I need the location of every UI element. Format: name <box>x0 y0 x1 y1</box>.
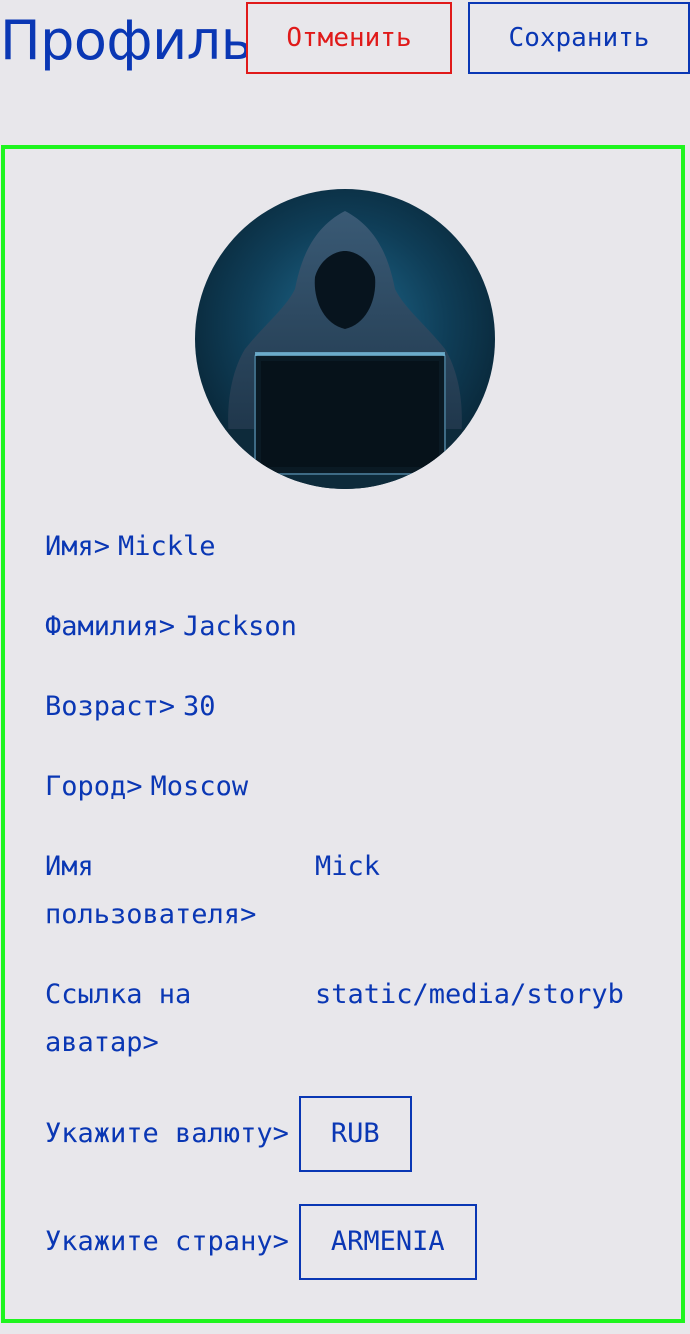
city-row: Город> Moscow <box>45 763 248 811</box>
save-button[interactable]: Сохранить <box>468 2 690 74</box>
last-name-row: Фамилия> Jackson <box>45 603 297 651</box>
profile-card: Имя> Mickle Фамилия> Jackson Возраст> 30 Го… <box>1 145 685 1323</box>
last-name-value[interactable]: Jackson <box>183 603 297 651</box>
first-name-row: Имя> Mickle <box>45 523 216 571</box>
first-name-value[interactable]: Mickle <box>118 523 216 571</box>
country-label: Укажите страну> <box>45 1226 289 1257</box>
city-label: Город> <box>45 771 143 802</box>
avatar <box>195 189 495 489</box>
page-title: Профиль <box>0 9 253 72</box>
currency-label: Укажите валюту> <box>45 1118 289 1149</box>
hooded-hacker-avatar-icon <box>215 211 475 489</box>
currency-row: Укажите валюту> RUB <box>45 1096 412 1172</box>
last-name-label: Фамилия> <box>45 611 176 642</box>
first-name-label: Имя> <box>45 531 111 562</box>
currency-select[interactable]: RUB <box>298 1096 412 1172</box>
city-value[interactable]: Moscow <box>151 763 249 811</box>
username-value[interactable]: Mick <box>315 843 645 891</box>
avatar-link-row: Ссылка на аватар> static/media/storyb <box>45 971 645 1067</box>
age-label: Возраст> <box>45 691 176 722</box>
country-row: Укажите страну> ARMENIA <box>45 1204 477 1280</box>
username-label: Имя пользователя> <box>45 851 257 930</box>
age-value[interactable]: 30 <box>183 683 216 731</box>
avatar-link-label: Ссылка на аватар> <box>45 979 192 1058</box>
avatar-link-value[interactable]: static/media/storyb <box>315 971 645 1019</box>
cancel-button[interactable]: Отменить <box>246 2 452 74</box>
username-row: Имя пользователя> Mick <box>45 843 645 939</box>
age-row: Возраст> 30 <box>45 683 216 731</box>
country-select[interactable]: ARMENIA <box>298 1204 477 1280</box>
